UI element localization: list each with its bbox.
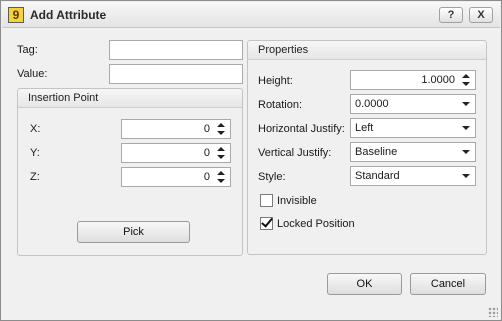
app-icon: 9 xyxy=(8,7,24,23)
chevron-down-icon[interactable] xyxy=(462,174,470,178)
help-button[interactable]: ? xyxy=(439,7,463,23)
horizontal-justify-label: Horizontal Justify: xyxy=(258,123,345,135)
cancel-button[interactable]: Cancel xyxy=(410,273,486,295)
resize-grip-icon[interactable] xyxy=(488,307,498,317)
y-spinner[interactable]: 0 xyxy=(121,143,231,163)
value-field[interactable] xyxy=(109,64,243,84)
spin-arrows-icon[interactable] xyxy=(215,145,227,161)
y-value: 0 xyxy=(203,147,210,159)
rotation-dropdown[interactable]: 0.0000 xyxy=(350,94,476,114)
tag-label: Tag: xyxy=(17,44,38,56)
locked-position-checkbox[interactable] xyxy=(260,217,273,230)
x-label: X: xyxy=(30,123,41,135)
vertical-justify-value: Baseline xyxy=(355,146,398,158)
z-label: Z: xyxy=(30,171,40,183)
value-label: Value: xyxy=(17,68,48,80)
invisible-checkbox[interactable] xyxy=(260,194,273,207)
pick-button[interactable]: Pick xyxy=(77,221,190,243)
x-value: 0 xyxy=(203,123,210,135)
z-spinner[interactable]: 0 xyxy=(121,167,231,187)
chevron-down-icon[interactable] xyxy=(462,126,470,130)
height-spinner[interactable]: 1.0000 xyxy=(350,70,476,90)
horizontal-justify-value: Left xyxy=(355,122,374,134)
style-label: Style: xyxy=(258,171,286,183)
close-button[interactable]: X xyxy=(469,7,493,23)
vertical-justify-label: Vertical Justify: xyxy=(258,147,332,159)
y-label: Y: xyxy=(30,147,40,159)
chevron-down-icon[interactable] xyxy=(462,150,470,154)
title-bar: 9 Add Attribute ? X xyxy=(2,2,500,28)
properties-title: Properties xyxy=(248,41,486,60)
add-attribute-dialog: 9 Add Attribute ? X Tag: Value: Insertio… xyxy=(0,0,502,321)
spin-arrows-icon[interactable] xyxy=(215,121,227,137)
style-value: Standard xyxy=(355,170,400,182)
insertion-point-group: Insertion Point X: 0 Y: 0 Z: 0 Pick xyxy=(17,88,243,256)
x-spinner[interactable]: 0 xyxy=(121,119,231,139)
spin-arrows-icon[interactable] xyxy=(215,169,227,185)
spin-arrows-icon[interactable] xyxy=(460,72,472,88)
dialog-title: Add Attribute xyxy=(30,8,107,22)
properties-group: Properties Height: 1.0000 Rotation: 0.00… xyxy=(247,40,487,255)
invisible-label[interactable]: Invisible xyxy=(277,195,317,207)
horizontal-justify-dropdown[interactable]: Left xyxy=(350,118,476,138)
chevron-down-icon[interactable] xyxy=(462,102,470,106)
rotation-label: Rotation: xyxy=(258,99,303,111)
insertion-point-title: Insertion Point xyxy=(18,89,242,108)
vertical-justify-dropdown[interactable]: Baseline xyxy=(350,142,476,162)
ok-button[interactable]: OK xyxy=(327,273,402,295)
locked-position-label[interactable]: Locked Position xyxy=(277,218,355,230)
height-label: Height: xyxy=(258,75,293,87)
tag-field[interactable] xyxy=(109,40,243,60)
style-dropdown[interactable]: Standard xyxy=(350,166,476,186)
z-value: 0 xyxy=(203,171,210,183)
height-value: 1.0000 xyxy=(421,74,455,86)
rotation-value: 0.0000 xyxy=(355,98,389,110)
